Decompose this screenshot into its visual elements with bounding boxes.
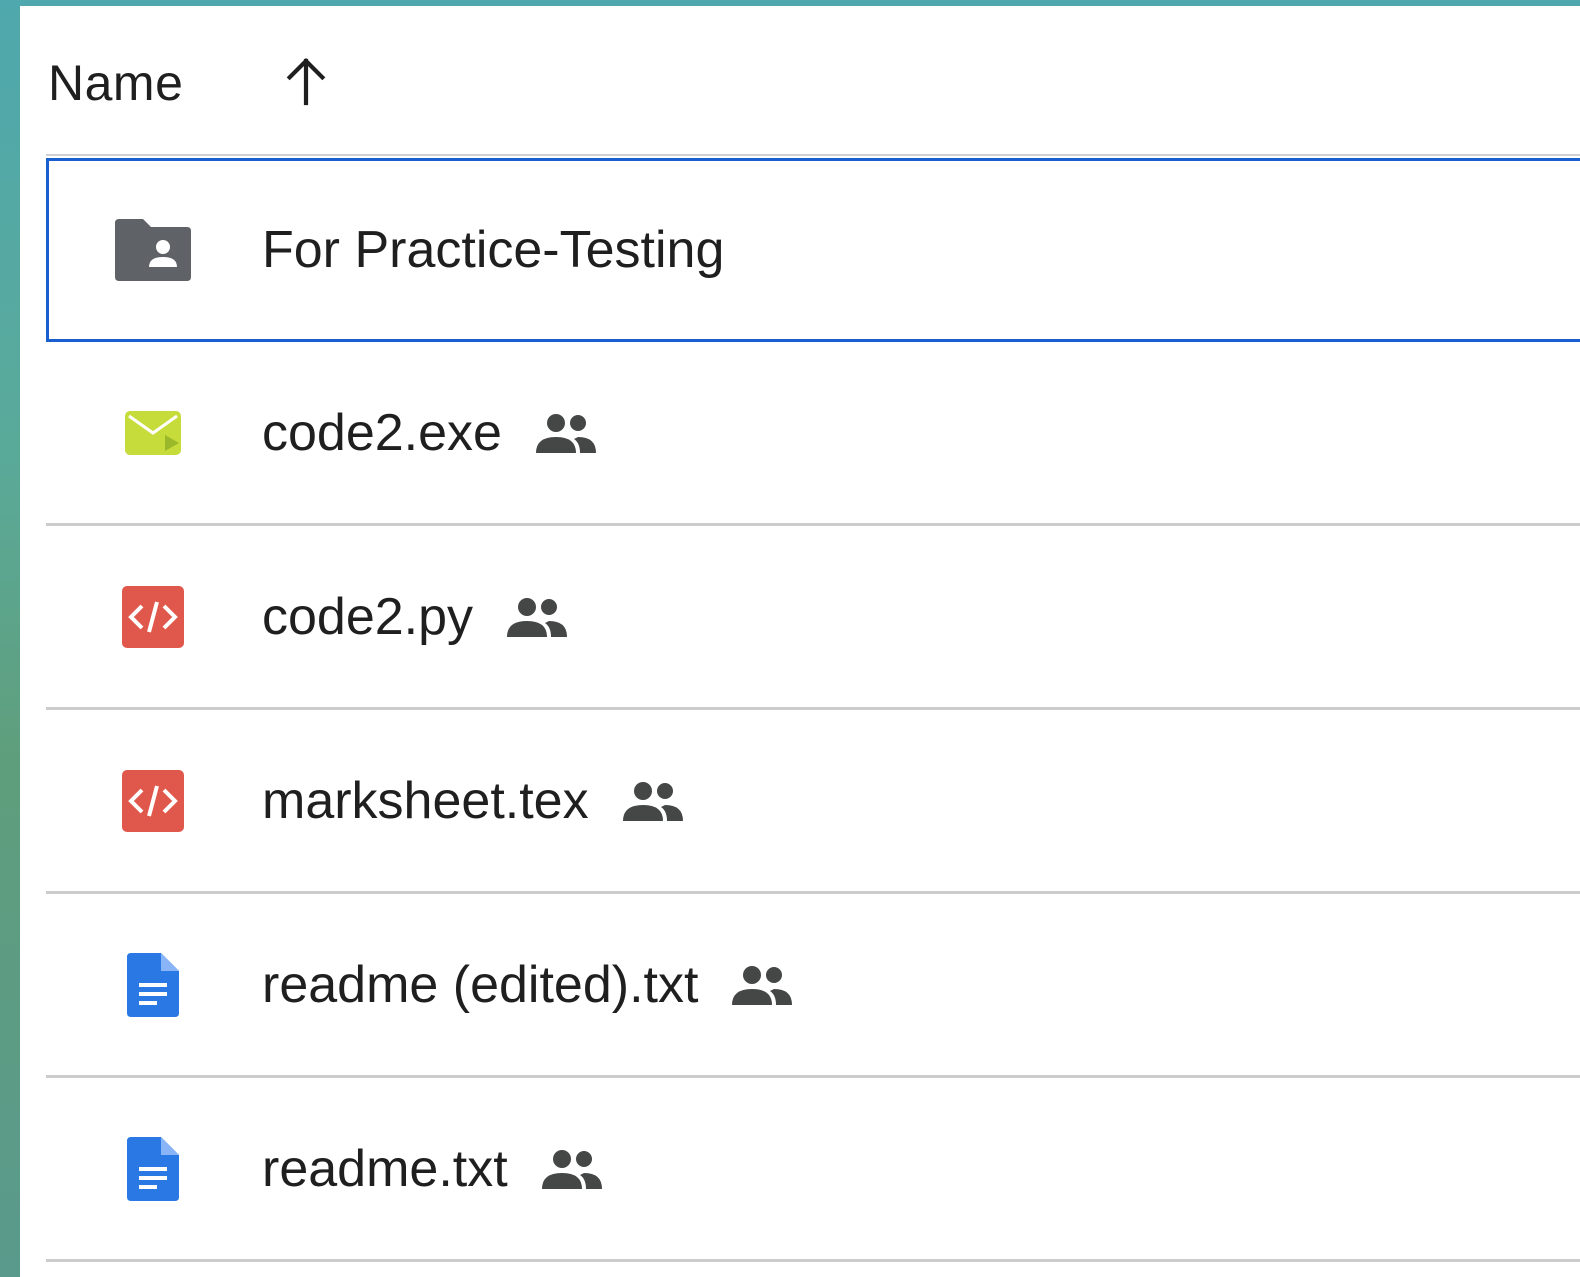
people-icon bbox=[622, 781, 683, 821]
file-name: marksheet.tex bbox=[262, 771, 589, 830]
shared-folder-icon bbox=[112, 209, 194, 291]
file-row-code2-py[interactable]: code2.py bbox=[46, 526, 1580, 710]
file-name-wrap: code2.exe bbox=[262, 403, 598, 463]
file-row-marksheet-tex[interactable]: marksheet.tex bbox=[46, 710, 1580, 894]
file-name-wrap: code2.py bbox=[262, 587, 569, 647]
header-divider bbox=[46, 154, 1580, 156]
video-file-icon bbox=[112, 392, 194, 474]
file-name-wrap: readme (edited).txt bbox=[262, 955, 794, 1015]
file-rows: For Practice-Testing code2.exe code2.py … bbox=[46, 158, 1580, 1262]
file-name: readme (edited).txt bbox=[262, 955, 699, 1014]
file-row-readme-txt[interactable]: readme.txt bbox=[46, 1078, 1580, 1262]
file-list-panel: Name For Practice-Testing code2.exe code… bbox=[20, 6, 1580, 1277]
people-icon bbox=[732, 965, 793, 1005]
file-name-wrap: marksheet.tex bbox=[262, 771, 685, 831]
arrow-up-icon[interactable] bbox=[278, 54, 334, 110]
file-name-wrap: readme.txt bbox=[262, 1139, 604, 1199]
document-icon bbox=[112, 944, 194, 1026]
file-name: For Practice-Testing bbox=[262, 221, 725, 279]
file-row-for-practice-testing[interactable]: For Practice-Testing bbox=[46, 158, 1580, 342]
document-icon bbox=[112, 1128, 194, 1210]
file-name: code2.exe bbox=[262, 403, 502, 462]
file-name: code2.py bbox=[262, 587, 474, 646]
file-row-readme-edited-txt[interactable]: readme (edited).txt bbox=[46, 894, 1580, 1078]
file-name: readme.txt bbox=[262, 1139, 508, 1198]
people-icon bbox=[535, 413, 596, 453]
people-icon bbox=[541, 1149, 602, 1189]
code-file-icon bbox=[112, 760, 194, 842]
people-icon bbox=[507, 597, 568, 637]
name-column-header[interactable]: Name bbox=[48, 54, 183, 112]
list-header: Name bbox=[20, 6, 1580, 156]
code-file-icon bbox=[112, 576, 194, 658]
file-row-code2-exe[interactable]: code2.exe bbox=[46, 342, 1580, 526]
